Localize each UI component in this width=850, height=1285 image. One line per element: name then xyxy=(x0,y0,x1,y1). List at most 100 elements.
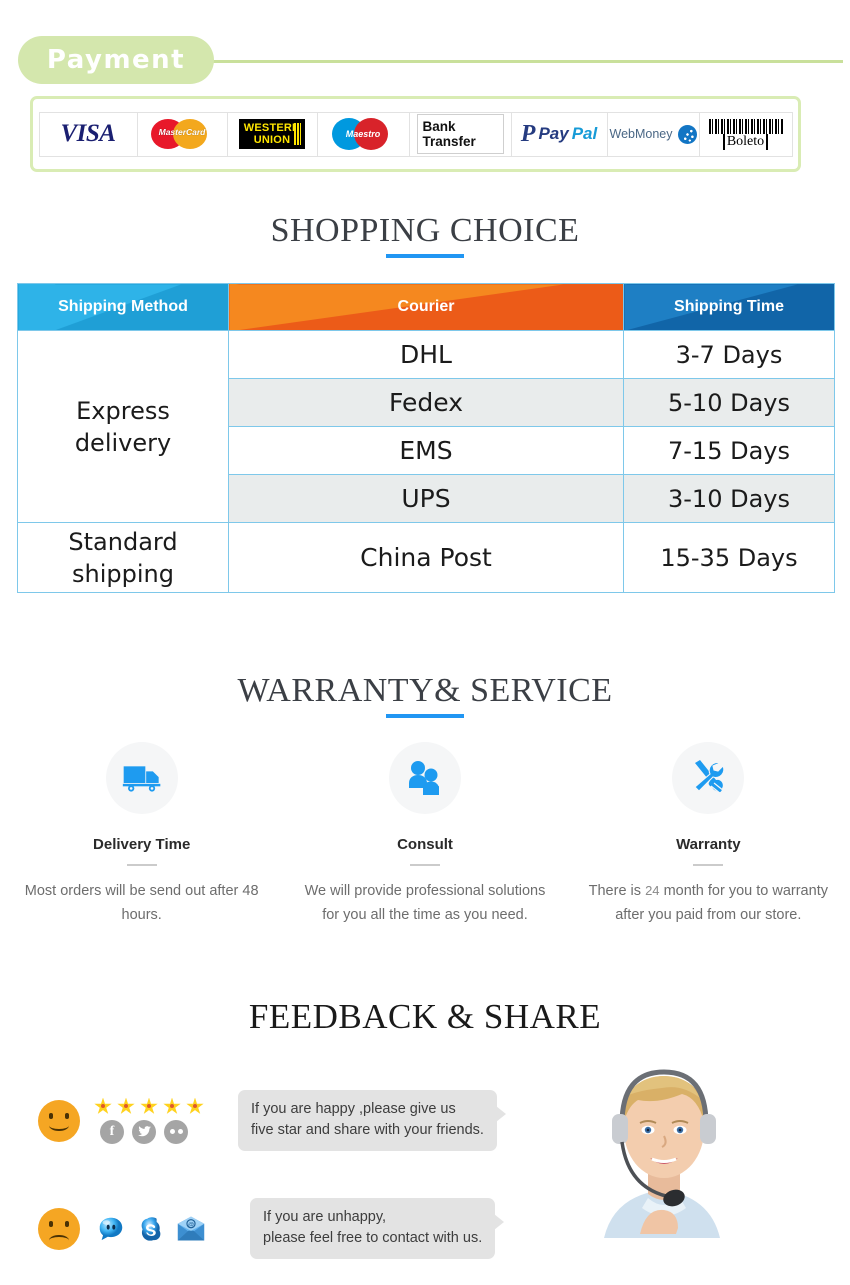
unhappy-feedback-bubble: If you are unhappy, please feel free to … xyxy=(250,1198,505,1259)
facebook-icon[interactable]: f xyxy=(100,1119,124,1144)
payment-method-bank-transfer: Bank Transfer xyxy=(409,112,512,156)
payment-method-mastercard: MasterCard xyxy=(137,112,228,156)
email-icon[interactable]: @ xyxy=(176,1214,206,1244)
warranty-card-consult: Consult We will provide professional sol… xyxy=(283,742,566,927)
warranty-card-warranty: Warranty There is 24 month for you to wa… xyxy=(567,742,850,927)
boleto-logo: Boleto xyxy=(708,118,783,150)
flickr-dots-glyph xyxy=(169,1129,183,1134)
webmoney-logo: WebMoney xyxy=(609,124,697,144)
column-header-shipping-method: Shipping Method xyxy=(17,283,229,331)
payment-method-maestro: Maestro xyxy=(317,112,410,156)
payment-section-header: Payment xyxy=(0,18,850,84)
twitter-icon[interactable] xyxy=(132,1119,156,1144)
contact-icons-group: @ xyxy=(96,1214,206,1244)
payment-method-paypal: P Pay Pal xyxy=(511,112,608,156)
cell-shipping-method-standard: Standard shipping xyxy=(17,522,229,593)
mastercard-label: MasterCard xyxy=(158,127,206,137)
payment-method-webmoney: WebMoney xyxy=(607,112,700,156)
warranty-card-delivery-time: Delivery Time Most orders will be send o… xyxy=(0,742,283,927)
webmoney-label: WebMoney xyxy=(609,127,673,141)
western-union-bars-icon xyxy=(294,123,302,145)
western-union-label-bottom: UNION xyxy=(253,134,291,146)
messenger-icon[interactable] xyxy=(96,1214,126,1244)
star-icon[interactable] xyxy=(117,1097,135,1114)
payment-method-western-union: WESTERN UNION xyxy=(227,112,318,156)
paypal-label-light: Pal xyxy=(571,124,598,143)
warranty-card-divider xyxy=(409,864,440,866)
smiley-eye-left xyxy=(49,1220,53,1227)
delivery-truck-icon-circle xyxy=(105,742,178,814)
feedback-row-happy: f If you are happy ,please give us five … xyxy=(38,1090,506,1151)
star-icon[interactable] xyxy=(94,1097,112,1114)
smiley-mouth xyxy=(49,1234,69,1246)
table-header-row: Shipping Method Courier Shipping Time xyxy=(17,283,835,331)
star-icon[interactable] xyxy=(140,1097,158,1114)
payment-method-boleto: Boleto xyxy=(699,112,792,156)
warranty-service-underline xyxy=(386,714,464,718)
webmoney-globe-icon xyxy=(677,124,697,144)
customer-service-rep-photo xyxy=(578,1038,750,1238)
cell-shipping-time: 15-35 Days xyxy=(623,522,835,593)
warranty-card-body: There is 24 month for you to warranty af… xyxy=(583,879,833,927)
cell-shipping-time: 3-7 Days xyxy=(623,330,835,379)
payment-header-rule xyxy=(120,60,843,63)
star-icon[interactable] xyxy=(186,1097,204,1114)
maestro-logo: Maestro xyxy=(332,116,394,152)
svg-text:@: @ xyxy=(188,1221,194,1228)
payment-title-label: Payment xyxy=(46,45,186,75)
warranty-card-body: Most orders will be send out after 48 ho… xyxy=(24,882,259,923)
feedback-share-title: FEEDBACK & SHARE xyxy=(248,997,602,1036)
warranty-body-before: There is xyxy=(588,882,642,899)
cell-courier: China Post xyxy=(228,522,624,593)
flickr-icon[interactable] xyxy=(164,1119,188,1144)
cell-courier: UPS xyxy=(228,474,624,523)
warranty-card-heading: Consult xyxy=(397,836,453,853)
warranty-month-count: 24 xyxy=(645,882,660,898)
cell-shipping-method-express: Express delivery xyxy=(17,330,229,523)
paypal-p-icon: P xyxy=(520,121,536,147)
star-rating[interactable] xyxy=(94,1097,204,1116)
western-union-logo: WESTERN UNION xyxy=(238,119,306,149)
payment-methods-box: VISA MasterCard WESTERN UNION Maestro Ba… xyxy=(30,96,801,172)
visa-logo: VISA xyxy=(60,120,116,147)
warranty-card-body: We will provide professional solutions f… xyxy=(304,882,546,923)
skype-icon[interactable] xyxy=(136,1214,166,1244)
wrench-screwdriver-icon-circle xyxy=(672,742,745,814)
shopping-choice-title: SHOPPING CHOICE xyxy=(270,212,580,249)
wrench-screwdriver-icon xyxy=(694,760,725,795)
barcode-icon xyxy=(708,118,783,134)
paypal-label-dark: Pay xyxy=(538,124,569,143)
smiley-happy-icon xyxy=(38,1099,80,1142)
western-union-label-top: WESTERN xyxy=(243,122,301,134)
warranty-card-divider xyxy=(693,864,724,866)
bank-transfer-label: Bank Transfer xyxy=(416,114,504,154)
boleto-label: Boleto xyxy=(722,133,769,150)
product-detail-page: Payment VISA MasterCard WESTERN UNION Ma… xyxy=(0,0,850,1285)
shopping-choice-underline xyxy=(386,254,464,258)
warranty-card-divider xyxy=(126,864,157,866)
table-row: Standard shipping China Post 15-35 Days xyxy=(17,522,835,593)
smiley-eye-right xyxy=(65,1220,69,1227)
rating-and-social-group: f xyxy=(94,1097,204,1144)
warranty-card-heading: Delivery Time xyxy=(93,836,191,853)
smiley-eye-right xyxy=(65,1112,69,1119)
shipping-options-table: Shipping Method Courier Shipping Time Ex… xyxy=(17,283,835,593)
people-consult-icon xyxy=(408,761,439,795)
cell-shipping-time: 7-15 Days xyxy=(623,426,835,475)
smiley-sad-icon xyxy=(38,1207,80,1250)
paypal-logo: P Pay Pal xyxy=(521,122,597,146)
smiley-mouth xyxy=(49,1120,69,1131)
table-row: Express delivery DHL 3-7 Days xyxy=(17,330,835,523)
cell-courier: DHL xyxy=(228,330,624,379)
payment-title-badge: Payment xyxy=(18,36,214,84)
people-consult-icon-circle xyxy=(388,742,461,814)
warranty-cards-row: Delivery Time Most orders will be send o… xyxy=(0,742,850,927)
cell-courier: Fedex xyxy=(228,378,624,427)
twitter-bird-glyph xyxy=(137,1126,151,1137)
warranty-card-heading: Warranty xyxy=(676,836,741,853)
feedback-row-unhappy: @ If you are unhappy, please feel free t… xyxy=(38,1198,505,1259)
happy-feedback-bubble: If you are happy ,please give us five st… xyxy=(238,1090,506,1151)
mastercard-logo: MasterCard xyxy=(151,116,213,152)
star-icon[interactable] xyxy=(163,1097,181,1114)
warranty-service-title: WARRANTY& SERVICE xyxy=(237,672,613,709)
